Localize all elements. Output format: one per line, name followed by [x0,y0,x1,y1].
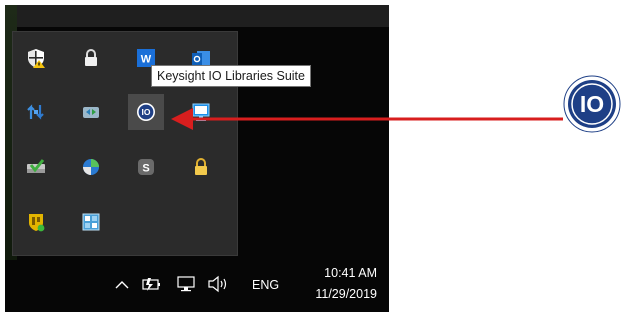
language-indicator[interactable]: ENG [252,278,279,292]
desktop-screen: W IO S Keysight IO Libraries Suite ENG 1… [5,5,389,312]
tray-item-lock[interactable] [73,40,109,76]
tray-item-drive-check[interactable] [18,149,54,185]
svg-text:W: W [141,54,152,66]
bluetooth-transfer-icon [27,104,44,120]
lock-icon [85,49,97,66]
keysight-io-icon-label: IO [142,107,151,117]
battery-icon[interactable] [142,276,162,292]
skype-icon-label: S [142,163,149,175]
app-grid-icon [82,213,100,231]
tray-item-bluetooth-transfer[interactable] [18,94,54,130]
tray-item-shield-badge[interactable] [18,204,54,240]
chevron-up-icon[interactable] [115,280,129,290]
keysight-io-large-label: IO [580,91,604,117]
tray-item-security[interactable] [18,40,54,76]
desktop-background-top [5,5,389,27]
tray-item-skype[interactable]: S [128,149,164,185]
volume-icon[interactable] [207,275,231,293]
yellow-lock-icon [195,158,207,175]
tooltip: Keysight IO Libraries Suite [151,65,311,87]
taskbar: ENG 10:41 AM 11/29/2019 [5,260,389,312]
network-sync-icon [83,107,99,118]
network-icon[interactable] [177,275,197,293]
tray-item-keysight-io[interactable]: IO [128,94,164,130]
remote-desktop-icon [192,103,210,121]
keysight-io-icon: IO [137,103,155,121]
keysight-io-large-icon: IO [563,75,621,133]
tray-item-globe-sync[interactable] [73,149,109,185]
clock-time[interactable]: 10:41 AM [324,266,377,280]
tray-item-yellow-lock[interactable] [183,149,219,185]
windows-security-warning-icon [28,49,45,68]
globe-sync-icon [83,159,99,175]
tray-item-network-sync[interactable] [73,94,109,130]
tray-item-app-grid[interactable] [73,204,109,240]
clock-date[interactable]: 11/29/2019 [315,287,377,301]
drive-check-icon [27,159,45,173]
shield-badge-icon [29,214,45,232]
skype-icon: S [138,159,154,175]
tray-item-remote-desktop[interactable] [183,94,219,130]
